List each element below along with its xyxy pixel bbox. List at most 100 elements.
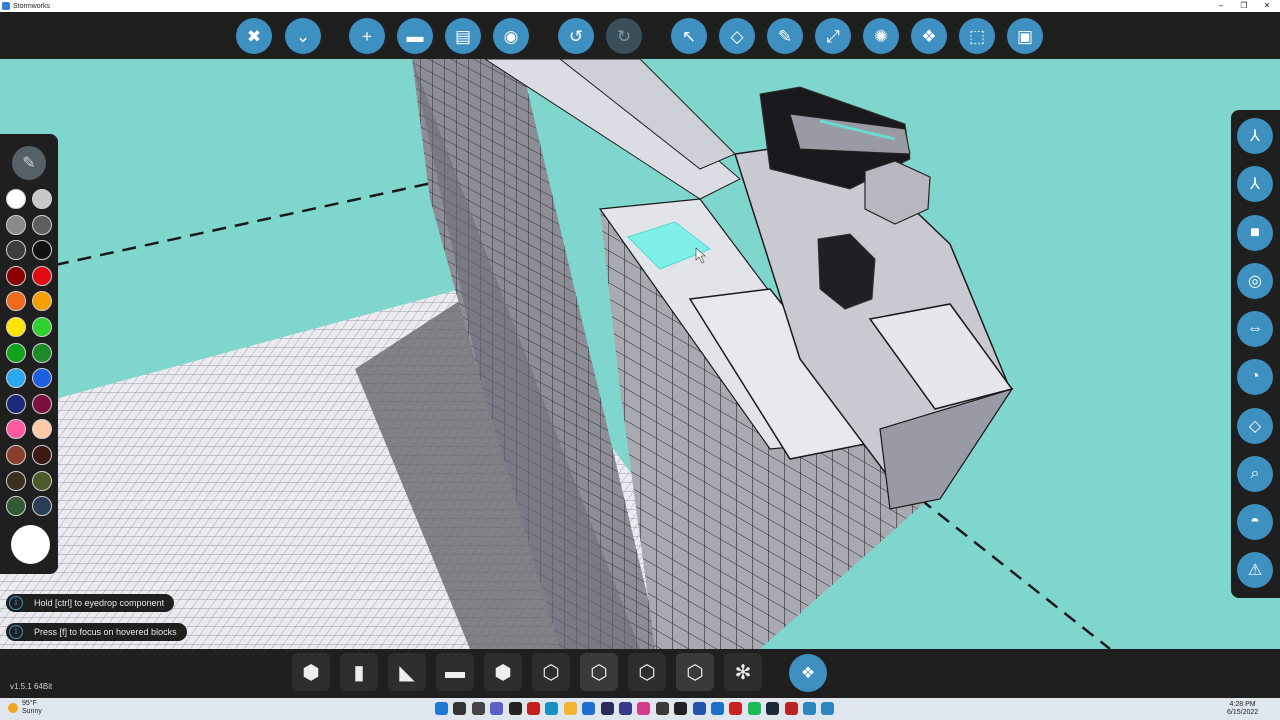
taskbar-app-8[interactable] bbox=[692, 702, 706, 715]
steam-icon: ◉ bbox=[503, 26, 519, 46]
taskbar-app-12[interactable] bbox=[821, 702, 835, 715]
minimize-button[interactable]: – bbox=[1209, 0, 1233, 12]
erase-tool-button[interactable]: ◇ bbox=[719, 18, 755, 54]
logic-view-button[interactable]: ❖ bbox=[911, 18, 947, 54]
camera-button[interactable]: ■ bbox=[1237, 215, 1273, 251]
merge-button[interactable]: ⇔ bbox=[1237, 311, 1273, 347]
color-swatch[interactable] bbox=[6, 342, 26, 363]
component-slab[interactable]: ⬢ bbox=[484, 653, 522, 691]
taskbar-app-3[interactable] bbox=[582, 702, 596, 715]
taskbar-edge[interactable] bbox=[545, 702, 559, 715]
transform-tool-button[interactable]: ⤢ bbox=[815, 18, 851, 54]
taskbar-stormworks[interactable] bbox=[803, 702, 816, 715]
color-swatch[interactable] bbox=[6, 317, 26, 337]
component-frame[interactable]: ⬡ bbox=[580, 653, 618, 691]
close-editor-button[interactable]: ✖ bbox=[236, 18, 272, 54]
component-block[interactable]: ⬢ bbox=[292, 653, 330, 691]
component-library-button[interactable]: ❖ bbox=[789, 654, 827, 692]
taskbar-app-9[interactable] bbox=[711, 702, 724, 715]
color-swatch[interactable] bbox=[32, 214, 52, 235]
view-top-button[interactable]: ⅄ bbox=[1237, 118, 1273, 154]
search-component-button[interactable]: ⌕ bbox=[1237, 456, 1273, 492]
color-swatch[interactable] bbox=[32, 368, 52, 389]
hint-focus: i Press [f] to focus on hovered blocks bbox=[6, 623, 187, 641]
component-fan[interactable]: ✻ bbox=[724, 653, 762, 691]
color-swatch[interactable] bbox=[32, 393, 52, 414]
open-folder-button[interactable]: ▬ bbox=[397, 18, 433, 54]
undo-button[interactable]: ↺ bbox=[558, 18, 594, 54]
component-wedge-small[interactable]: ◣ bbox=[388, 653, 426, 691]
taskbar-app-2[interactable] bbox=[527, 702, 540, 715]
weather-widget[interactable]: 95°F Sunny bbox=[8, 700, 42, 716]
start-button[interactable] bbox=[435, 702, 448, 715]
editor-viewport[interactable] bbox=[0, 59, 1280, 649]
view-side-button[interactable]: ⅄ bbox=[1237, 166, 1273, 202]
new-vehicle-button[interactable]: + bbox=[349, 18, 385, 54]
color-swatch[interactable] bbox=[32, 317, 52, 337]
color-swatch[interactable] bbox=[6, 368, 26, 389]
taskbar-app-10[interactable] bbox=[729, 702, 743, 715]
warnings-button[interactable]: ⚠ bbox=[1237, 552, 1273, 588]
color-swatch[interactable] bbox=[6, 393, 26, 414]
fan-icon: ✻ bbox=[734, 661, 752, 684]
plus-icon: + bbox=[362, 26, 372, 46]
color-swatch[interactable] bbox=[32, 240, 52, 261]
taskbar-app-1[interactable] bbox=[508, 702, 522, 715]
taskbar-spotify[interactable] bbox=[747, 702, 761, 715]
restore-button[interactable]: ❐ bbox=[1232, 0, 1256, 12]
color-swatch[interactable] bbox=[32, 342, 52, 363]
color-swatch[interactable] bbox=[6, 189, 26, 209]
redo-button[interactable]: ↻ bbox=[606, 18, 642, 54]
taskbar-amazon[interactable] bbox=[674, 702, 688, 715]
taskbar-app-4[interactable] bbox=[600, 702, 614, 715]
taskbar-task-view[interactable] bbox=[471, 702, 485, 715]
component-rod[interactable]: ▬ bbox=[436, 653, 474, 691]
select-tool-button[interactable]: ↖ bbox=[671, 18, 707, 54]
taskbar-search[interactable] bbox=[453, 702, 467, 715]
center-of-mass-button[interactable]: ◎ bbox=[1237, 263, 1273, 299]
save-button[interactable]: ▤ bbox=[445, 18, 481, 54]
lighting-button[interactable]: ✺ bbox=[863, 18, 899, 54]
current-color-swatch[interactable] bbox=[11, 525, 50, 564]
selection-box-button[interactable]: ⬚ bbox=[959, 18, 995, 54]
color-swatch[interactable] bbox=[6, 496, 26, 517]
folder-icon: ▬ bbox=[406, 26, 424, 46]
paint-mode-button[interactable]: ✎ bbox=[12, 146, 46, 180]
color-swatch[interactable] bbox=[32, 496, 52, 517]
system-clock[interactable]: 4:28 PM 6/15/2022 bbox=[1227, 701, 1258, 717]
color-swatch[interactable] bbox=[32, 419, 52, 440]
stats-button[interactable]: ◓ bbox=[1237, 504, 1273, 540]
taskbar-app-11[interactable] bbox=[784, 702, 798, 715]
rotate-button[interactable]: ◔ bbox=[1237, 359, 1273, 395]
color-swatch[interactable] bbox=[32, 445, 52, 465]
dropdown-icon: ⌄ bbox=[295, 26, 311, 46]
dropdown-menu-button[interactable]: ⌄ bbox=[285, 18, 321, 54]
steam-workshop-button[interactable]: ◉ bbox=[493, 18, 529, 54]
color-swatch[interactable] bbox=[6, 445, 26, 465]
color-swatch[interactable] bbox=[6, 240, 26, 261]
component-pipe[interactable]: ▮ bbox=[340, 653, 378, 691]
component-cube-outline[interactable]: ⬡ bbox=[532, 653, 570, 691]
color-swatch[interactable] bbox=[32, 470, 52, 491]
color-swatch[interactable] bbox=[6, 214, 26, 235]
close-window-button[interactable]: ✕ bbox=[1255, 0, 1279, 12]
microcontroller-button[interactable]: ▣ bbox=[1007, 18, 1043, 54]
taskbar-steam[interactable] bbox=[766, 702, 780, 715]
app-icon bbox=[2, 2, 10, 10]
taskbar-app-5[interactable] bbox=[619, 702, 632, 715]
taskbar-app-6[interactable] bbox=[637, 702, 651, 715]
color-swatch[interactable] bbox=[6, 291, 26, 312]
component-cage[interactable]: ⬡ bbox=[628, 653, 666, 691]
component-hull[interactable]: ⬡ bbox=[676, 653, 714, 691]
color-swatch[interactable] bbox=[6, 470, 26, 491]
color-swatch[interactable] bbox=[6, 265, 26, 286]
color-swatch[interactable] bbox=[32, 189, 52, 209]
color-swatch[interactable] bbox=[32, 291, 52, 312]
color-swatch[interactable] bbox=[32, 265, 52, 286]
paint-tool-button[interactable]: ✎ bbox=[767, 18, 803, 54]
color-swatch[interactable] bbox=[6, 419, 26, 440]
taskbar-explorer[interactable] bbox=[563, 702, 577, 715]
taskbar-app-7[interactable] bbox=[655, 702, 669, 715]
block-view-button[interactable]: ◇ bbox=[1237, 408, 1273, 444]
taskbar-chat[interactable] bbox=[490, 702, 504, 715]
